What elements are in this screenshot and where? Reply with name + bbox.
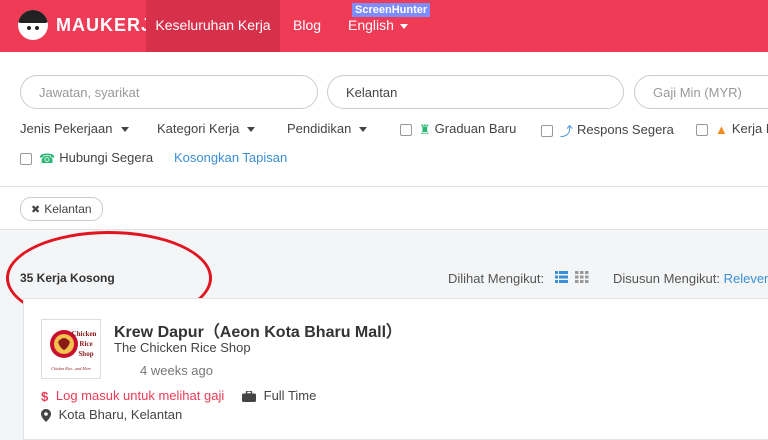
job-card[interactable]: Chicken Rice Shop Chicken Rice...and Mor…: [23, 298, 768, 440]
company-logo[interactable]: Chicken Rice Shop Chicken Rice...and Mor…: [41, 319, 101, 379]
briefcase-icon: [242, 391, 256, 403]
fire-icon: ▲: [715, 122, 728, 138]
dropdown-label: Kategori Kerja: [157, 121, 240, 136]
screenhunter-overlay: ScreenHunter: [352, 3, 431, 17]
checkbox[interactable]: [696, 123, 708, 136]
brand-logo[interactable]: MAUKERJA: [18, 10, 166, 40]
keyword-search-input[interactable]: Jawatan, syarikat: [20, 75, 318, 109]
dropdown-education[interactable]: Pendidikan: [287, 121, 368, 136]
chevron-down-icon: [247, 127, 256, 133]
checkbox-fresh-graduate[interactable]: ♜ Graduan Baru: [400, 121, 516, 138]
posted-time: 4 weeks ago: [140, 363, 213, 378]
checkbox[interactable]: [541, 124, 553, 137]
sort-label: Disusun Mengikut:: [613, 271, 720, 286]
logo-tagline: Chicken Rice...and More: [51, 366, 91, 371]
dropdown-job-category[interactable]: Kategori Kerja: [157, 121, 256, 136]
sort-select[interactable]: Relevence: [724, 271, 768, 286]
checkbox-hot-job[interactable]: ▲Kerja P: [696, 121, 768, 137]
checkbox-label: Kerja P: [731, 121, 768, 136]
list-view-icon[interactable]: [555, 271, 568, 283]
nav-item-all-jobs[interactable]: Keseluruhan Kerja: [146, 0, 280, 52]
logo-text-rice: Rice: [79, 340, 92, 348]
lightning-icon: ⤴: [560, 124, 574, 139]
checkbox-call-now[interactable]: ☎ Hubungi Segera: [20, 150, 153, 167]
job-title[interactable]: Krew Dapur（Aeon Kota Bharu Mall）: [114, 318, 402, 342]
filter-panel: Jawatan, syarikat Kelantan Gaji Min (MYR…: [0, 52, 768, 187]
dropdown-job-type[interactable]: Jenis Pekerjaan: [20, 121, 129, 136]
location-label: Kota Bharu, Kelantan: [58, 407, 183, 422]
top-navbar: MAUKERJA Keseluruhan Kerja Blog English …: [0, 0, 768, 52]
logo-text-chicken: Chicken: [72, 330, 97, 338]
phone-icon: ☎: [39, 150, 56, 166]
checkbox-label: Respons Segera: [577, 121, 674, 137]
nav-item-blog[interactable]: Blog: [293, 0, 321, 52]
clear-filters-link[interactable]: Kosongkan Tapisan: [174, 150, 287, 165]
location-input[interactable]: Kelantan: [327, 75, 624, 109]
active-filter-bar: ✖ Kelantan: [0, 187, 768, 230]
view-toggle: [555, 270, 589, 289]
checkbox[interactable]: [400, 123, 412, 136]
checkbox-fast-response[interactable]: ⤴ Respons Segera: [541, 121, 674, 140]
logo-face-icon: [18, 10, 48, 40]
graduate-icon: ♜: [419, 121, 431, 137]
chevron-down-icon: [399, 23, 408, 29]
language-label: English: [348, 17, 394, 33]
company-name[interactable]: The Chicken Rice Shop: [114, 340, 251, 355]
dropdown-label: Jenis Pekerjaan: [20, 121, 113, 136]
chip-label: Kelantan: [44, 202, 92, 216]
dropdown-label: Pendidikan: [287, 121, 352, 136]
salary-info[interactable]: $ Log masuk untuk melihat gaji: [41, 388, 224, 404]
checkbox[interactable]: [20, 152, 32, 165]
filter-chip-location[interactable]: ✖ Kelantan: [20, 197, 103, 221]
checkbox-label: Hubungi Segera: [59, 150, 154, 165]
dollar-icon: $: [41, 389, 49, 405]
job-location: Kota Bharu, Kelantan: [41, 407, 183, 423]
chevron-down-icon: [359, 127, 368, 133]
grid-view-icon[interactable]: [575, 271, 589, 283]
logo-text-shop: Shop: [78, 350, 93, 358]
job-type-label: Full Time: [263, 388, 317, 403]
sort-by: Disusun Mengikut: Relevence: [613, 271, 768, 286]
view-by-label: Dilihat Mengikut:: [448, 271, 545, 286]
map-marker-icon: [41, 409, 51, 423]
job-type: Full Time: [242, 388, 316, 403]
salary-label: Log masuk untuk melihat gaji: [55, 388, 225, 403]
checkbox-label: Graduan Baru: [434, 121, 517, 136]
close-icon[interactable]: ✖: [31, 204, 40, 216]
chevron-down-icon: [120, 127, 129, 133]
min-salary-input[interactable]: Gaji Min (MYR): [634, 75, 768, 109]
